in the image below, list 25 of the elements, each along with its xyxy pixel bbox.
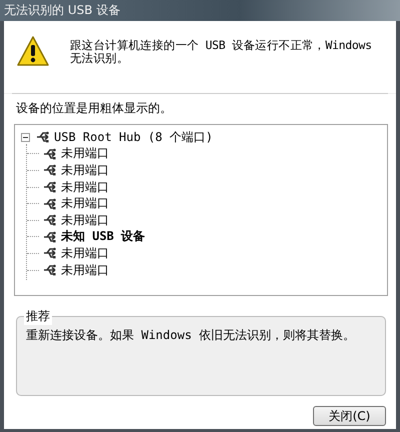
hub-label[interactable]: USB Root Hub (8 个端口) [54, 128, 213, 146]
usb-icon [36, 130, 50, 144]
usb-icon [43, 196, 57, 211]
usb-icon [43, 230, 57, 244]
usb-icon [43, 263, 57, 278]
usb-icon [43, 246, 57, 260]
recommendation-text: 重新连接设备。如果 Windows 依旧无法识别，则将其替换。 [26, 327, 356, 344]
warning-icon [16, 35, 50, 67]
port-label[interactable]: 未知 USB 设备 [61, 228, 146, 246]
usb-icon [43, 146, 57, 161]
port-label[interactable]: 未用端口 [61, 244, 109, 262]
collapse-toggle[interactable] [21, 132, 30, 142]
group-title: 推荐 [24, 308, 52, 325]
close-button[interactable]: 关闭(C) [313, 406, 386, 426]
port-label[interactable]: 未用端口 [61, 212, 109, 229]
usb-icon [43, 180, 57, 194]
port-label[interactable]: 未用端口 [61, 145, 109, 162]
port-label[interactable]: 未用端口 [61, 262, 109, 279]
usb-icon [43, 163, 57, 178]
window-title: 无法识别的 USB 设备 [4, 2, 120, 19]
usb-icon [43, 213, 57, 228]
port-label[interactable]: 未用端口 [61, 178, 109, 196]
port-label[interactable]: 未用端口 [61, 195, 109, 212]
port-label[interactable]: 未用端口 [61, 162, 109, 179]
error-message: 跟这台计算机连接的一个 USB 设备运行不正常，Windows 无法识别。 [70, 37, 373, 67]
